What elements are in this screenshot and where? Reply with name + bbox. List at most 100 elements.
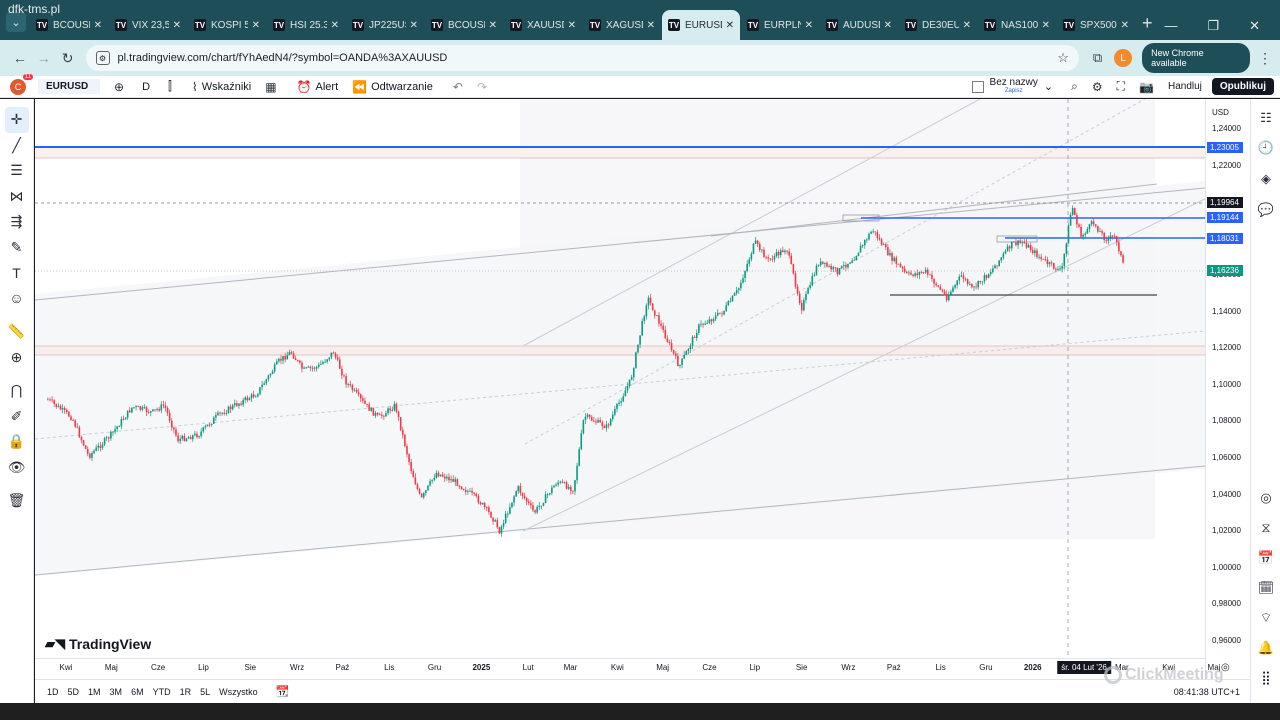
- ruler-tool-icon[interactable]: 📏: [5, 319, 29, 345]
- magnet-tool-icon[interactable]: ⋂: [5, 378, 29, 404]
- crosshair-tool-icon[interactable]: ✛: [4, 107, 29, 133]
- fib-retracement-tool-icon[interactable]: ☰: [5, 158, 29, 184]
- zoom-in-tool-icon[interactable]: ⊕: [5, 345, 29, 371]
- undo-button[interactable]: ↶: [453, 80, 463, 94]
- lock-icon[interactable]: 🔒: [5, 429, 29, 455]
- utc-clock[interactable]: 08:41:38 UTC+1: [1174, 687, 1240, 697]
- tab-close-icon[interactable]: ✕: [568, 20, 576, 31]
- browser-tab[interactable]: TV DE30EU ✕: [899, 10, 977, 40]
- tab-close-icon[interactable]: ✕: [884, 20, 892, 31]
- tab-close-icon[interactable]: ✕: [94, 20, 102, 31]
- chart-pane[interactable]: ▰◥TradingView USD 1,240001,220001,200001…: [35, 99, 1250, 679]
- new-tab-plus-icon[interactable]: +: [1142, 13, 1153, 34]
- browser-tab[interactable]: TV BCOUSD ✕: [425, 10, 503, 40]
- pattern-tool-icon[interactable]: ⋈: [5, 184, 29, 210]
- lock-drawing-icon[interactable]: ✐: [5, 404, 29, 430]
- broadcast-icon[interactable]: ⌔: [1256, 608, 1276, 628]
- quick-search-icon[interactable]: ⌕: [1071, 79, 1078, 94]
- emoji-tool-icon[interactable]: ☺: [5, 286, 29, 312]
- calendar-icon[interactable]: 📅: [1256, 548, 1276, 568]
- ideas-icon[interactable]: ⧖: [1256, 518, 1276, 538]
- price-chart-canvas[interactable]: [35, 99, 1205, 658]
- range-button-1d[interactable]: 1D: [47, 687, 59, 697]
- tab-close-icon[interactable]: ✕: [805, 20, 813, 31]
- tab-close-icon[interactable]: ✕: [963, 20, 971, 31]
- browser-tab[interactable]: TV EURPLN ✕: [741, 10, 819, 40]
- browser-tab[interactable]: TV VIX 23,5 ✕: [109, 10, 187, 40]
- compare-symbol-button[interactable]: ⊕: [114, 80, 124, 94]
- browser-tab[interactable]: TV XAUUSD ✕: [504, 10, 582, 40]
- forecast-tool-icon[interactable]: ⇶: [5, 209, 29, 235]
- apps-grid-icon[interactable]: ⣿: [1256, 668, 1276, 688]
- tab-close-icon[interactable]: ✕: [331, 20, 339, 31]
- interval-button[interactable]: D: [142, 81, 150, 93]
- user-avatar[interactable]: C 11: [10, 73, 33, 95]
- tab-close-icon[interactable]: ✕: [647, 20, 655, 31]
- camera-snapshot-icon[interactable]: 📷: [1139, 80, 1154, 94]
- tab-close-icon[interactable]: ✕: [726, 20, 734, 31]
- replay-button[interactable]: ⏪ Odtwarzanie: [352, 80, 433, 94]
- tab-close-icon[interactable]: ✕: [1042, 20, 1050, 31]
- range-button-5l[interactable]: 5L: [200, 687, 210, 697]
- browser-tab[interactable]: TV KOSPI 5 ✕: [188, 10, 266, 40]
- text-tool-icon[interactable]: T: [5, 260, 29, 286]
- close-window-icon[interactable]: ✕: [1249, 18, 1260, 34]
- publish-button[interactable]: Opublikuj: [1211, 78, 1274, 95]
- go-to-date-calendar-icon[interactable]: 📆: [276, 685, 290, 698]
- back-arrow-icon[interactable]: ←: [8, 50, 32, 66]
- target-icon[interactable]: ◎: [1256, 488, 1276, 508]
- minimize-icon[interactable]: —: [1164, 18, 1177, 34]
- trash-icon[interactable]: 🗑: [5, 488, 29, 514]
- notifications-bell-icon[interactable]: 🔔: [1256, 638, 1276, 658]
- new-chrome-available-button[interactable]: New Chrome available: [1142, 43, 1251, 73]
- browser-tab[interactable]: TV JP225US ✕: [346, 10, 424, 40]
- settings-gear-icon[interactable]: ⚙: [1092, 80, 1103, 94]
- templates-button[interactable]: ▦: [265, 80, 276, 94]
- fullscreen-icon[interactable]: ⛶: [1117, 79, 1125, 94]
- price-scale[interactable]: USD 1,240001,220001,200001,180001,160001…: [1205, 99, 1250, 679]
- browser-menu-icon[interactable]: ⋮: [1258, 50, 1272, 67]
- browser-tab[interactable]: TV AUDUSD ✕: [820, 10, 898, 40]
- brush-tool-icon[interactable]: ✎: [5, 235, 29, 261]
- range-button-wszystko[interactable]: Wszystko: [219, 687, 258, 697]
- layers-icon[interactable]: ◈: [1256, 169, 1276, 189]
- site-info-icon[interactable]: ⚙: [95, 51, 110, 65]
- browser-tab[interactable]: TV XAGUSD ✕: [583, 10, 661, 40]
- profile-avatar[interactable]: L: [1114, 49, 1133, 67]
- alert-button[interactable]: ⏰ Alert: [297, 80, 339, 94]
- browser-tab[interactable]: TV EURUSD ✕: [662, 10, 740, 40]
- symbol-search[interactable]: EURUSD: [38, 79, 100, 94]
- tab-close-icon[interactable]: ✕: [1121, 20, 1129, 31]
- layout-name-button[interactable]: Bez nazwy Zapisz ⌄: [971, 77, 1053, 96]
- calendar-alt-icon[interactable]: 🗓: [1256, 578, 1276, 598]
- time-scale[interactable]: Kwi Maj Cze Lip Sie Wrz Paź Lis Gru 2025 Lut Mar Kwi…: [35, 658, 1220, 679]
- restore-icon[interactable]: ❐: [1207, 18, 1219, 34]
- reload-icon[interactable]: ↻: [56, 50, 80, 67]
- range-button-5d[interactable]: 5D: [68, 687, 80, 697]
- bookmark-star-icon[interactable]: ☆: [1057, 50, 1069, 66]
- range-button-ytd[interactable]: YTD: [153, 687, 171, 697]
- tab-close-icon[interactable]: ✕: [252, 20, 260, 31]
- range-button-1m[interactable]: 1M: [88, 687, 101, 697]
- alerts-clock-icon[interactable]: 🕘: [1256, 138, 1276, 158]
- tab-close-icon[interactable]: ✕: [489, 20, 497, 31]
- trend-line-tool-icon[interactable]: ╱: [5, 133, 29, 159]
- trade-button[interactable]: Handluj: [1168, 81, 1202, 92]
- tab-close-icon[interactable]: ✕: [173, 20, 181, 31]
- indicators-button[interactable]: ⌇ Wskaźniki: [192, 80, 251, 94]
- eye-visibility-icon[interactable]: 👁: [5, 455, 29, 481]
- extensions-puzzle-icon[interactable]: ⧉: [1093, 50, 1102, 66]
- forward-arrow-icon[interactable]: →: [32, 50, 56, 66]
- url-field[interactable]: ⚙ pl.tradingview.com/chart/fYhAedN4/?sym…: [85, 45, 1079, 71]
- redo-button[interactable]: ↷: [477, 80, 487, 94]
- chat-icon[interactable]: 💬: [1256, 200, 1276, 220]
- browser-tab[interactable]: TV HSI 25.3 ✕: [267, 10, 345, 40]
- browser-tab[interactable]: TV NAS100 ✕: [978, 10, 1056, 40]
- chart-type-button[interactable]: ⫿: [168, 79, 172, 94]
- browser-tab[interactable]: TV SPX500 ✕: [1057, 10, 1135, 40]
- range-button-6m[interactable]: 6M: [131, 687, 144, 697]
- range-button-1r[interactable]: 1R: [180, 687, 192, 697]
- range-button-3m[interactable]: 3M: [110, 687, 123, 697]
- watchlist-icon[interactable]: ☷: [1256, 108, 1276, 128]
- tab-close-icon[interactable]: ✕: [410, 20, 418, 31]
